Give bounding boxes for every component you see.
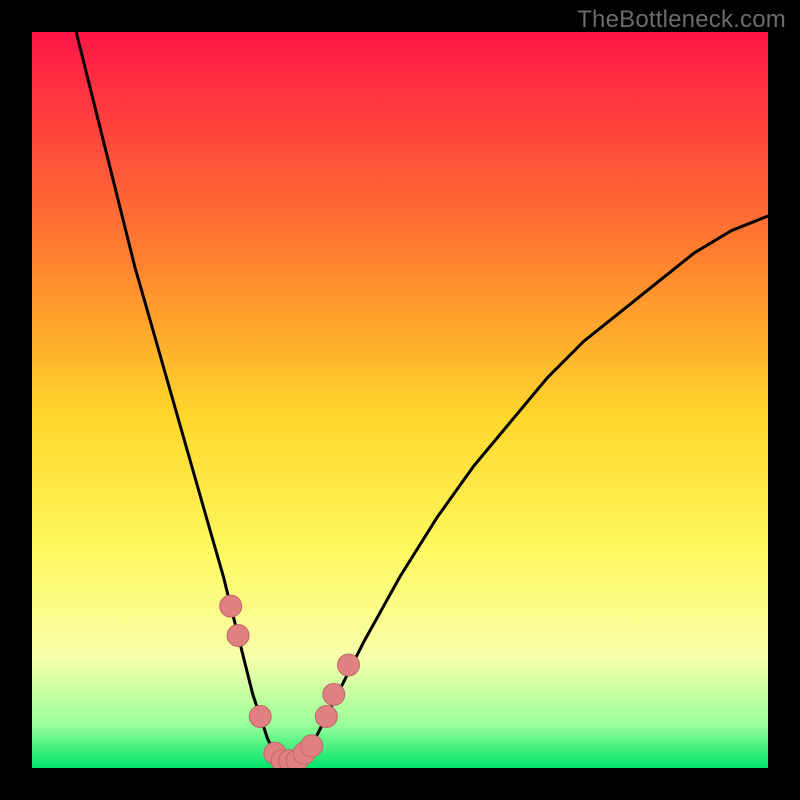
marker-point (227, 625, 249, 647)
outer-frame: TheBottleneck.com (0, 0, 800, 800)
marker-point (315, 706, 337, 728)
watermark-text: TheBottleneck.com (577, 6, 786, 34)
chart-svg (32, 32, 768, 768)
marker-point (323, 683, 345, 705)
gradient-background (32, 32, 768, 768)
marker-point (249, 706, 271, 728)
marker-point (301, 735, 323, 757)
plot-area (32, 32, 768, 768)
marker-point (338, 654, 360, 676)
marker-point (220, 595, 242, 617)
